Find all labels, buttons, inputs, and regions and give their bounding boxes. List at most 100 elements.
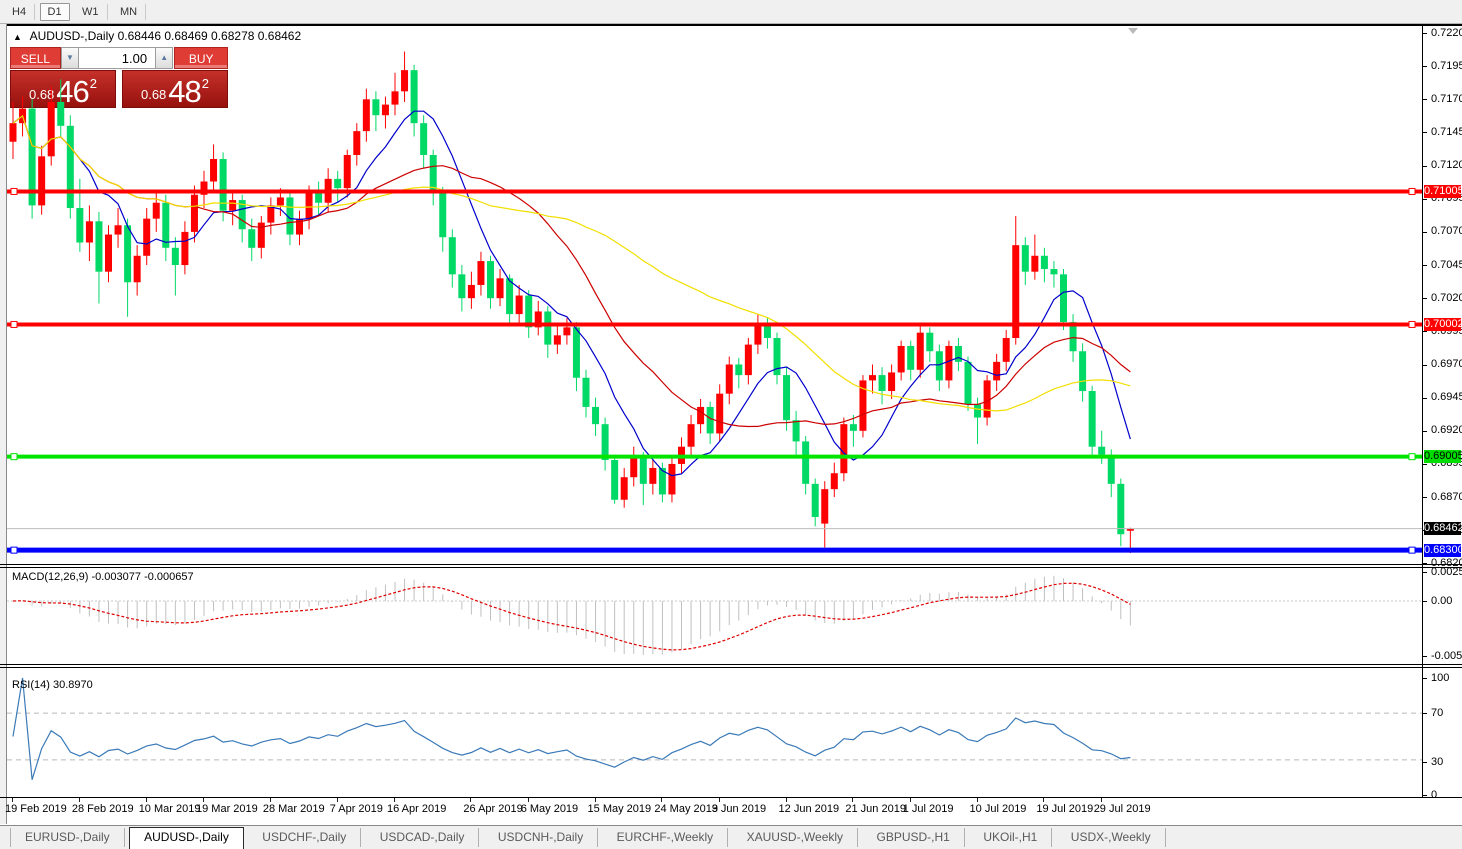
tab-audusd-daily[interactable]: AUDUSD-,Daily bbox=[129, 827, 244, 849]
axis-tick bbox=[1423, 601, 1427, 602]
candle-up bbox=[115, 225, 122, 234]
candle-up bbox=[401, 70, 408, 91]
candle-down bbox=[57, 102, 64, 126]
time-axis-tick bbox=[203, 798, 204, 802]
rsi-indicator-plot[interactable] bbox=[7, 676, 1422, 797]
time-axis-label: 16 Apr 2019 bbox=[387, 803, 446, 815]
candle-up bbox=[745, 345, 752, 375]
tab-gbpusd-h1[interactable]: GBPUSD-,H1 bbox=[863, 828, 965, 847]
time-axis-tick bbox=[270, 798, 271, 802]
candle-down bbox=[802, 441, 809, 483]
candle-up bbox=[630, 457, 637, 477]
time-axis-tick bbox=[1043, 798, 1044, 802]
candle-up bbox=[821, 489, 828, 523]
candle-up bbox=[277, 197, 284, 205]
macd-label: MACD(12,26,9) -0.003077 -0.000657 bbox=[12, 571, 194, 583]
candle-down bbox=[812, 484, 819, 517]
panel-separator[interactable] bbox=[0, 564, 1462, 565]
candle-up bbox=[516, 296, 523, 315]
moving-average-line bbox=[13, 116, 1130, 411]
axis-tick bbox=[1423, 132, 1427, 133]
candle-up bbox=[668, 464, 675, 494]
time-axis-tick bbox=[719, 798, 720, 802]
window-left-edge bbox=[0, 24, 7, 824]
candle-down bbox=[640, 457, 647, 484]
candle-up bbox=[840, 424, 847, 473]
rsi-axis-label: 70 bbox=[1431, 707, 1443, 719]
axis-tick bbox=[1423, 795, 1427, 796]
price-chart-plot[interactable] bbox=[7, 25, 1422, 564]
time-axis-tick bbox=[394, 798, 395, 802]
axis-tick bbox=[1423, 199, 1427, 200]
candle-up bbox=[477, 261, 484, 285]
candle-up bbox=[382, 105, 389, 116]
time-axis-tick bbox=[910, 798, 911, 802]
timeframe-toolbar: H4 D1 W1 MN bbox=[0, 0, 1462, 24]
time-axis-tick bbox=[977, 798, 978, 802]
time-axis-tick bbox=[661, 798, 662, 802]
time-axis-label: 10 Mar 2019 bbox=[139, 803, 201, 815]
candle-up bbox=[726, 365, 733, 394]
tab-ukoil-h1[interactable]: UKOil-,H1 bbox=[969, 828, 1052, 847]
time-axis-label: 26 Apr 2019 bbox=[463, 803, 522, 815]
tab-eurchf-weekly[interactable]: EURCHF-,Weekly bbox=[603, 828, 728, 847]
time-axis-label: 24 May 2019 bbox=[654, 803, 718, 815]
candle-up bbox=[831, 473, 838, 489]
timeframe-button-d1[interactable]: D1 bbox=[40, 3, 70, 21]
axis-tick bbox=[1423, 66, 1427, 67]
tab-xauusd-weekly[interactable]: XAUUSD-,Weekly bbox=[733, 828, 858, 847]
time-axis-label: 19 Feb 2019 bbox=[5, 803, 67, 815]
candle-down bbox=[936, 351, 943, 380]
axis-tick bbox=[1423, 497, 1427, 498]
rsi-axis-label: 0 bbox=[1431, 789, 1437, 801]
macd-axis-label: -0.005234 bbox=[1431, 650, 1462, 662]
candle-down bbox=[764, 325, 771, 338]
time-axis-label: 29 Jul 2019 bbox=[1094, 803, 1151, 815]
candle-down bbox=[334, 179, 341, 188]
axis-tick bbox=[1423, 762, 1427, 763]
axis-tick bbox=[1423, 464, 1427, 465]
tab-usdcad-daily[interactable]: USDCAD-,Daily bbox=[366, 828, 480, 847]
candle-up bbox=[984, 380, 991, 417]
candle-up bbox=[191, 195, 198, 232]
candle-down bbox=[974, 404, 981, 417]
price-axis-line bbox=[1422, 26, 1423, 798]
panel-separator[interactable] bbox=[0, 664, 1462, 665]
timeframe-button-mn[interactable]: MN bbox=[112, 4, 146, 20]
price-axis-label: 0.71200 bbox=[1431, 159, 1462, 171]
axis-tick bbox=[1423, 33, 1427, 34]
candle-up bbox=[563, 327, 570, 335]
axis-tick bbox=[1423, 713, 1427, 714]
time-axis-tick bbox=[79, 798, 80, 802]
price-line-badge: 0.68462 bbox=[1424, 522, 1461, 535]
axis-tick bbox=[1423, 398, 1427, 399]
candle-up bbox=[344, 155, 351, 188]
candle-down bbox=[95, 221, 102, 271]
candle-down bbox=[124, 225, 131, 282]
axis-tick bbox=[1423, 431, 1427, 432]
price-line-badge: 0.71005 bbox=[1424, 185, 1461, 198]
candle-down bbox=[907, 346, 914, 370]
candle-up bbox=[229, 200, 236, 211]
price-axis-label: 0.68700 bbox=[1431, 491, 1462, 503]
candle-down bbox=[965, 362, 972, 404]
tab-eurusd-daily[interactable]: EURUSD-,Daily bbox=[10, 828, 125, 847]
candle-up bbox=[363, 99, 370, 131]
candle-down bbox=[1108, 455, 1115, 484]
candle-up bbox=[210, 159, 217, 182]
price-axis-label: 0.69200 bbox=[1431, 424, 1462, 436]
macd-indicator-plot[interactable] bbox=[7, 568, 1422, 663]
candle-down bbox=[1041, 256, 1048, 269]
candle-up bbox=[697, 407, 704, 424]
tab-usdcnh-daily[interactable]: USDCNH-,Daily bbox=[484, 828, 598, 847]
timeframe-button-w1[interactable]: W1 bbox=[74, 4, 108, 20]
price-axis-label: 0.71950 bbox=[1431, 60, 1462, 72]
timeframe-button-h4[interactable]: H4 bbox=[4, 4, 35, 20]
tab-usdchf-daily[interactable]: USDCHF-,Daily bbox=[248, 828, 361, 847]
candle-up bbox=[917, 333, 924, 370]
candle-down bbox=[76, 208, 83, 242]
candle-up bbox=[306, 192, 313, 219]
time-axis-label: 1 Jul 2019 bbox=[903, 803, 954, 815]
time-axis-tick bbox=[528, 798, 529, 802]
tab-usdx-weekly[interactable]: USDX-,Weekly bbox=[1057, 828, 1166, 847]
